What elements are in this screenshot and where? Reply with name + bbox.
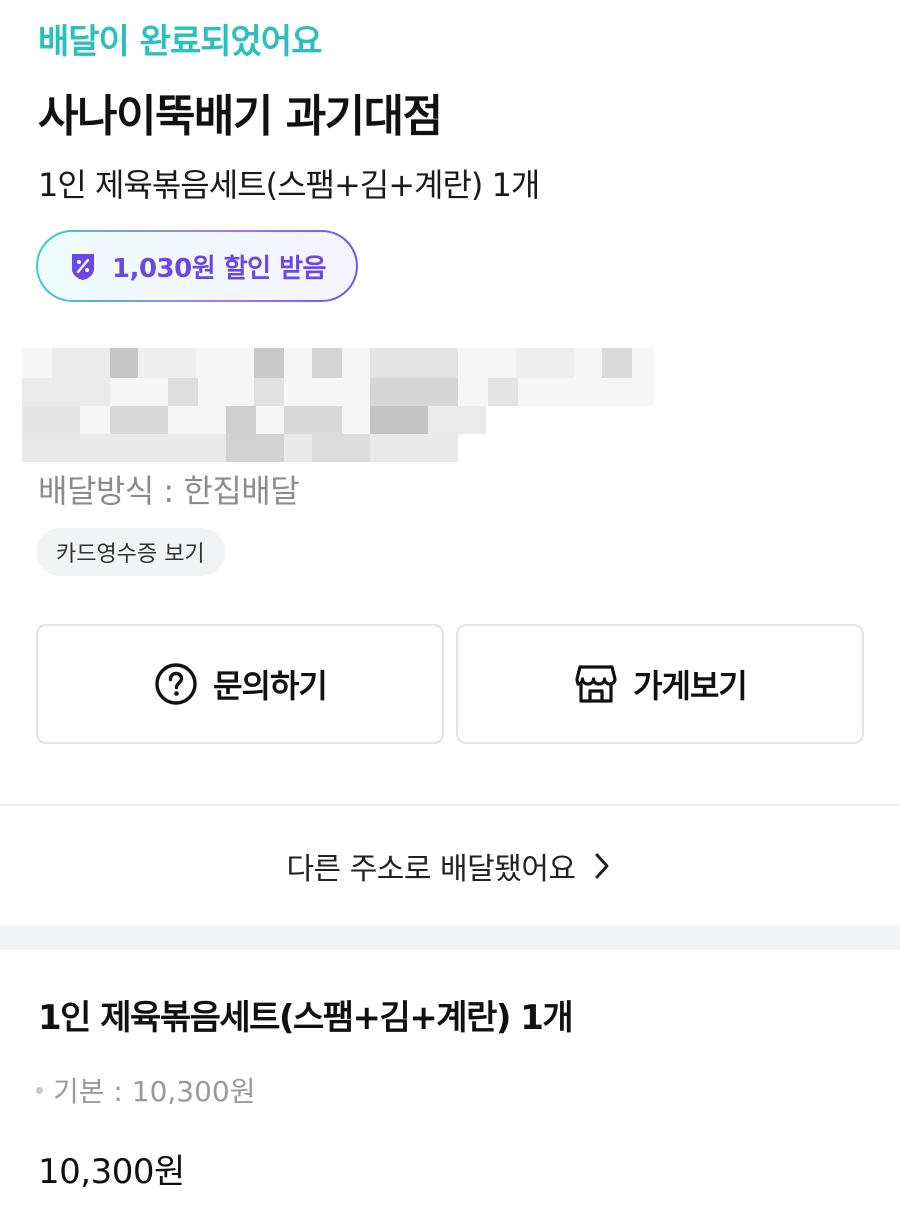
card-receipt-button[interactable]: 카드영수증 보기 bbox=[36, 528, 225, 576]
different-address-label: 다른 주소로 배달됐어요 bbox=[286, 852, 576, 887]
chevron-right-icon bbox=[594, 851, 614, 881]
order-item-option-text: 기본 : 10,300원 bbox=[53, 1075, 256, 1108]
discount-badge[interactable]: 1,030원 할인 받음 bbox=[36, 230, 358, 302]
order-item-price: 10,300원 bbox=[38, 1152, 185, 1192]
view-store-button[interactable]: 가게보기 bbox=[456, 624, 864, 744]
section-divider bbox=[0, 926, 900, 950]
different-address-link[interactable]: 다른 주소로 배달됐어요 bbox=[0, 836, 900, 896]
divider bbox=[0, 804, 900, 806]
order-item-option: 기본 : 10,300원 bbox=[36, 1070, 256, 1110]
redacted-address bbox=[22, 348, 654, 462]
order-status: 배달이 완료되었어요 bbox=[38, 22, 322, 62]
inquiry-label: 문의하기 bbox=[213, 667, 328, 705]
question-circle-icon bbox=[153, 661, 199, 707]
discount-coupon-icon bbox=[68, 251, 98, 281]
order-summary: 1인 제육볶음세트(스팸+김+계란) 1개 bbox=[38, 166, 540, 204]
inquiry-button[interactable]: 문의하기 bbox=[36, 624, 444, 744]
store-name: 사나이뚝배기 과기대점 bbox=[38, 91, 443, 142]
bullet-icon bbox=[36, 1086, 43, 1094]
discount-label: 1,030원 할인 받음 bbox=[112, 253, 326, 284]
store-icon bbox=[573, 661, 619, 707]
delivery-method: 배달방식 : 한집배달 bbox=[38, 472, 300, 510]
view-store-label: 가게보기 bbox=[633, 667, 748, 705]
order-item-name: 1인 제육볶음세트(스팸+김+계란) 1개 bbox=[38, 998, 574, 1038]
